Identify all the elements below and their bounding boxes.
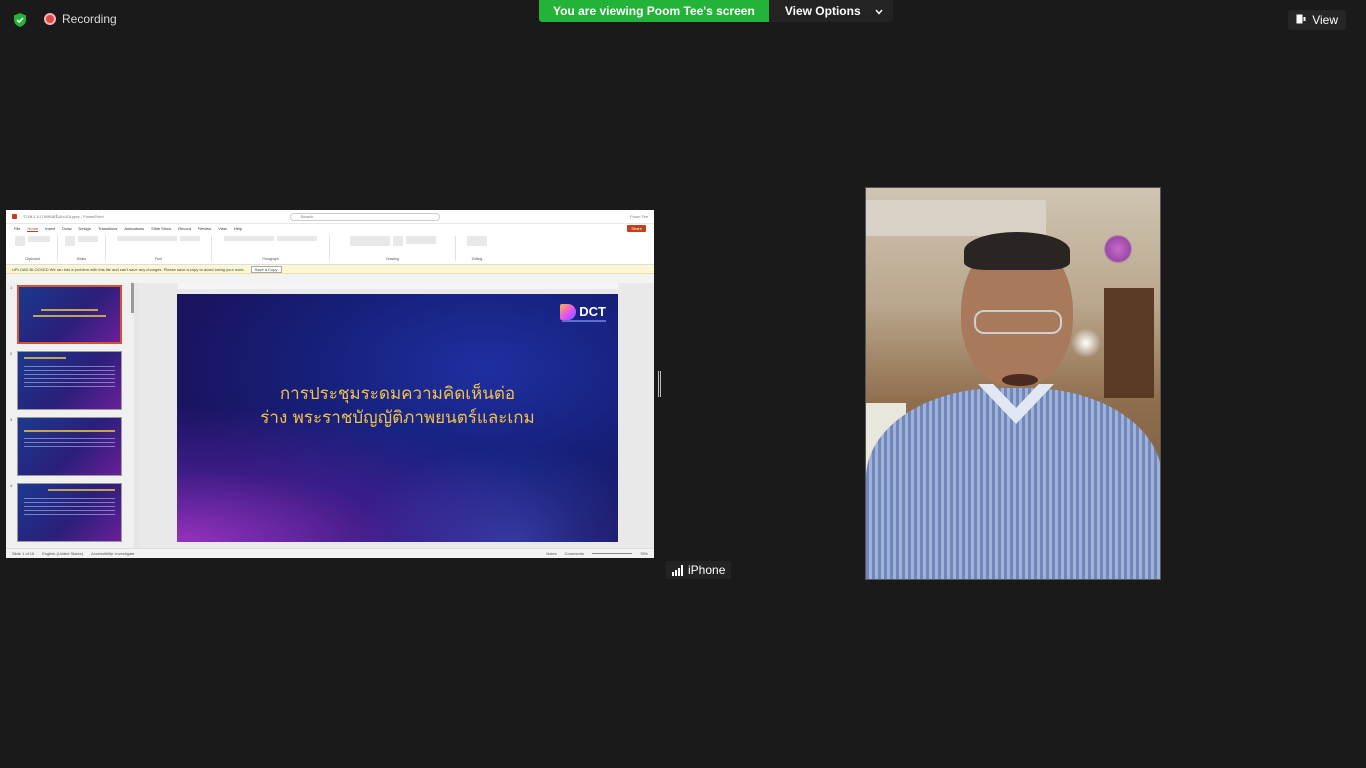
recording-indicator[interactable]: Recording: [44, 12, 117, 26]
participant-video[interactable]: [865, 187, 1161, 580]
split-resize-handle[interactable]: [658, 371, 661, 397]
menu-view[interactable]: View: [218, 226, 227, 231]
slide-thumbnail[interactable]: [17, 351, 122, 410]
zoom-slider[interactable]: [591, 553, 632, 554]
view-options-button[interactable]: View Options: [768, 0, 893, 22]
ruler: [178, 283, 618, 289]
ribbon-group-label: Clipboard: [25, 257, 40, 261]
menu-transitions[interactable]: Transitions: [98, 226, 117, 231]
ribbon-group-label: Editing: [471, 257, 483, 261]
participant-name-tag: iPhone: [666, 561, 732, 579]
ribbon-group-label: Slides: [76, 257, 87, 261]
menu-draw[interactable]: Draw: [62, 226, 71, 231]
slide-count: Slide 1 of 16: [12, 551, 35, 556]
menu-review[interactable]: Review: [198, 226, 211, 231]
menu-animations[interactable]: Animations: [124, 226, 144, 231]
record-dot-icon: [44, 13, 56, 25]
menu-file[interactable]: File: [14, 226, 20, 231]
menu-home[interactable]: Home: [27, 226, 39, 232]
ribbon-group-font: Font: [112, 236, 212, 261]
slide-canvas-area: DCT การประชุมระดมความคิดเห็นต่อ ร่าง พระ…: [138, 283, 654, 548]
ppt-titlebar: ร่างพ.ร.บ.ภาพยนตร์และเกม.pptx - PowerPoi…: [6, 210, 654, 224]
chevron-down-icon: [875, 4, 883, 18]
ppt-search-box[interactable]: Search: [289, 212, 440, 221]
view-button[interactable]: View: [1288, 10, 1346, 30]
thumbnail-scrollbar[interactable]: [131, 283, 134, 313]
thumb-number: 3: [10, 417, 13, 422]
menu-slide-show[interactable]: Slide Show: [151, 226, 171, 231]
save-copy-button[interactable]: Save a Copy: [250, 265, 282, 273]
slide-title-line2: ร่าง พระราชบัญญัติภาพยนตร์และเกม: [260, 408, 535, 428]
ribbon-group-editing: Editing: [462, 236, 498, 261]
participant-name: iPhone: [688, 563, 726, 577]
ppt-workarea: 1 2 3 4 DCT การประชุมระดมความคิดเห็นต่อ …: [6, 283, 654, 548]
encryption-shield-icon[interactable]: [12, 12, 28, 28]
ribbon-group-label: Font: [154, 257, 162, 261]
viewing-screen-text: You are viewing Poom Tee's screen: [539, 0, 769, 22]
menu-design[interactable]: Design: [78, 226, 90, 231]
thumb-number: 2: [10, 351, 13, 356]
current-slide[interactable]: DCT การประชุมระดมความคิดเห็นต่อ ร่าง พระ…: [177, 294, 618, 542]
ppt-menubar: File Home Insert Draw Design Transitions…: [6, 224, 654, 233]
shared-screen[interactable]: ร่างพ.ร.บ.ภาพยนตร์และเกม.pptx - PowerPoi…: [6, 210, 654, 558]
ribbon-group-slides: Slides: [64, 236, 106, 261]
slide-thumbnail-pane[interactable]: 1 2 3 4: [6, 283, 134, 548]
ribbon-group-drawing: Drawing: [336, 236, 456, 261]
slide-title: การประชุมระดมความคิดเห็นต่อ ร่าง พระราชบ…: [177, 382, 618, 430]
accessibility[interactable]: Accessibility: Investigate: [91, 551, 134, 556]
ribbon-group-paragraph: Paragraph: [218, 236, 330, 261]
ppt-window-title: ร่างพ.ร.บ.ภาพยนตร์และเกม.pptx - PowerPoi…: [23, 214, 104, 219]
dct-logo: DCT: [560, 304, 606, 320]
slide-thumbnail[interactable]: [17, 285, 122, 344]
menu-record[interactable]: Record: [178, 226, 191, 231]
ribbon-group-clipboard: Clipboard: [14, 236, 58, 261]
ribbon-group-label: Paragraph: [262, 257, 279, 261]
ppt-share-button[interactable]: Share: [627, 225, 646, 232]
dct-logo-mark: [560, 304, 577, 320]
thumb-number: 1: [10, 285, 13, 290]
dct-logo-text: DCT: [579, 304, 606, 319]
comments-button[interactable]: Comments: [565, 551, 584, 556]
recording-label: Recording: [62, 12, 117, 26]
view-icon: [1296, 13, 1306, 27]
view-options-label: View Options: [784, 4, 861, 18]
view-label: View: [1312, 13, 1338, 27]
ribbon-group-label: Drawing: [386, 257, 399, 261]
menu-insert[interactable]: Insert: [45, 226, 55, 231]
thumb-number: 4: [10, 483, 13, 488]
slide-thumbnail[interactable]: [17, 483, 122, 542]
infobar-text: UPLOAD BLOCKED We ran into a problem wit…: [12, 266, 245, 272]
slide-thumbnail[interactable]: [17, 417, 122, 476]
upload-blocked-infobar: UPLOAD BLOCKED We ran into a problem wit…: [6, 265, 654, 274]
ppt-ribbon: Clipboard Slides Font Paragraph Drawing …: [6, 233, 654, 265]
powerpoint-icon: [12, 214, 17, 219]
zoom-level[interactable]: 78%: [640, 551, 648, 556]
notes-button[interactable]: Notes: [546, 551, 556, 556]
language[interactable]: English (United States): [42, 551, 83, 556]
ppt-user-name: Poom Tee: [630, 214, 648, 219]
slide-title-line1: การประชุมระดมความคิดเห็นต่อ: [279, 384, 516, 404]
signal-bars-icon: [672, 564, 683, 576]
menu-help[interactable]: Help: [234, 226, 242, 231]
ppt-statusbar: Slide 1 of 16 English (United States) Ac…: [6, 548, 654, 558]
screen-share-banner: You are viewing Poom Tee's screen View O…: [539, 0, 893, 22]
